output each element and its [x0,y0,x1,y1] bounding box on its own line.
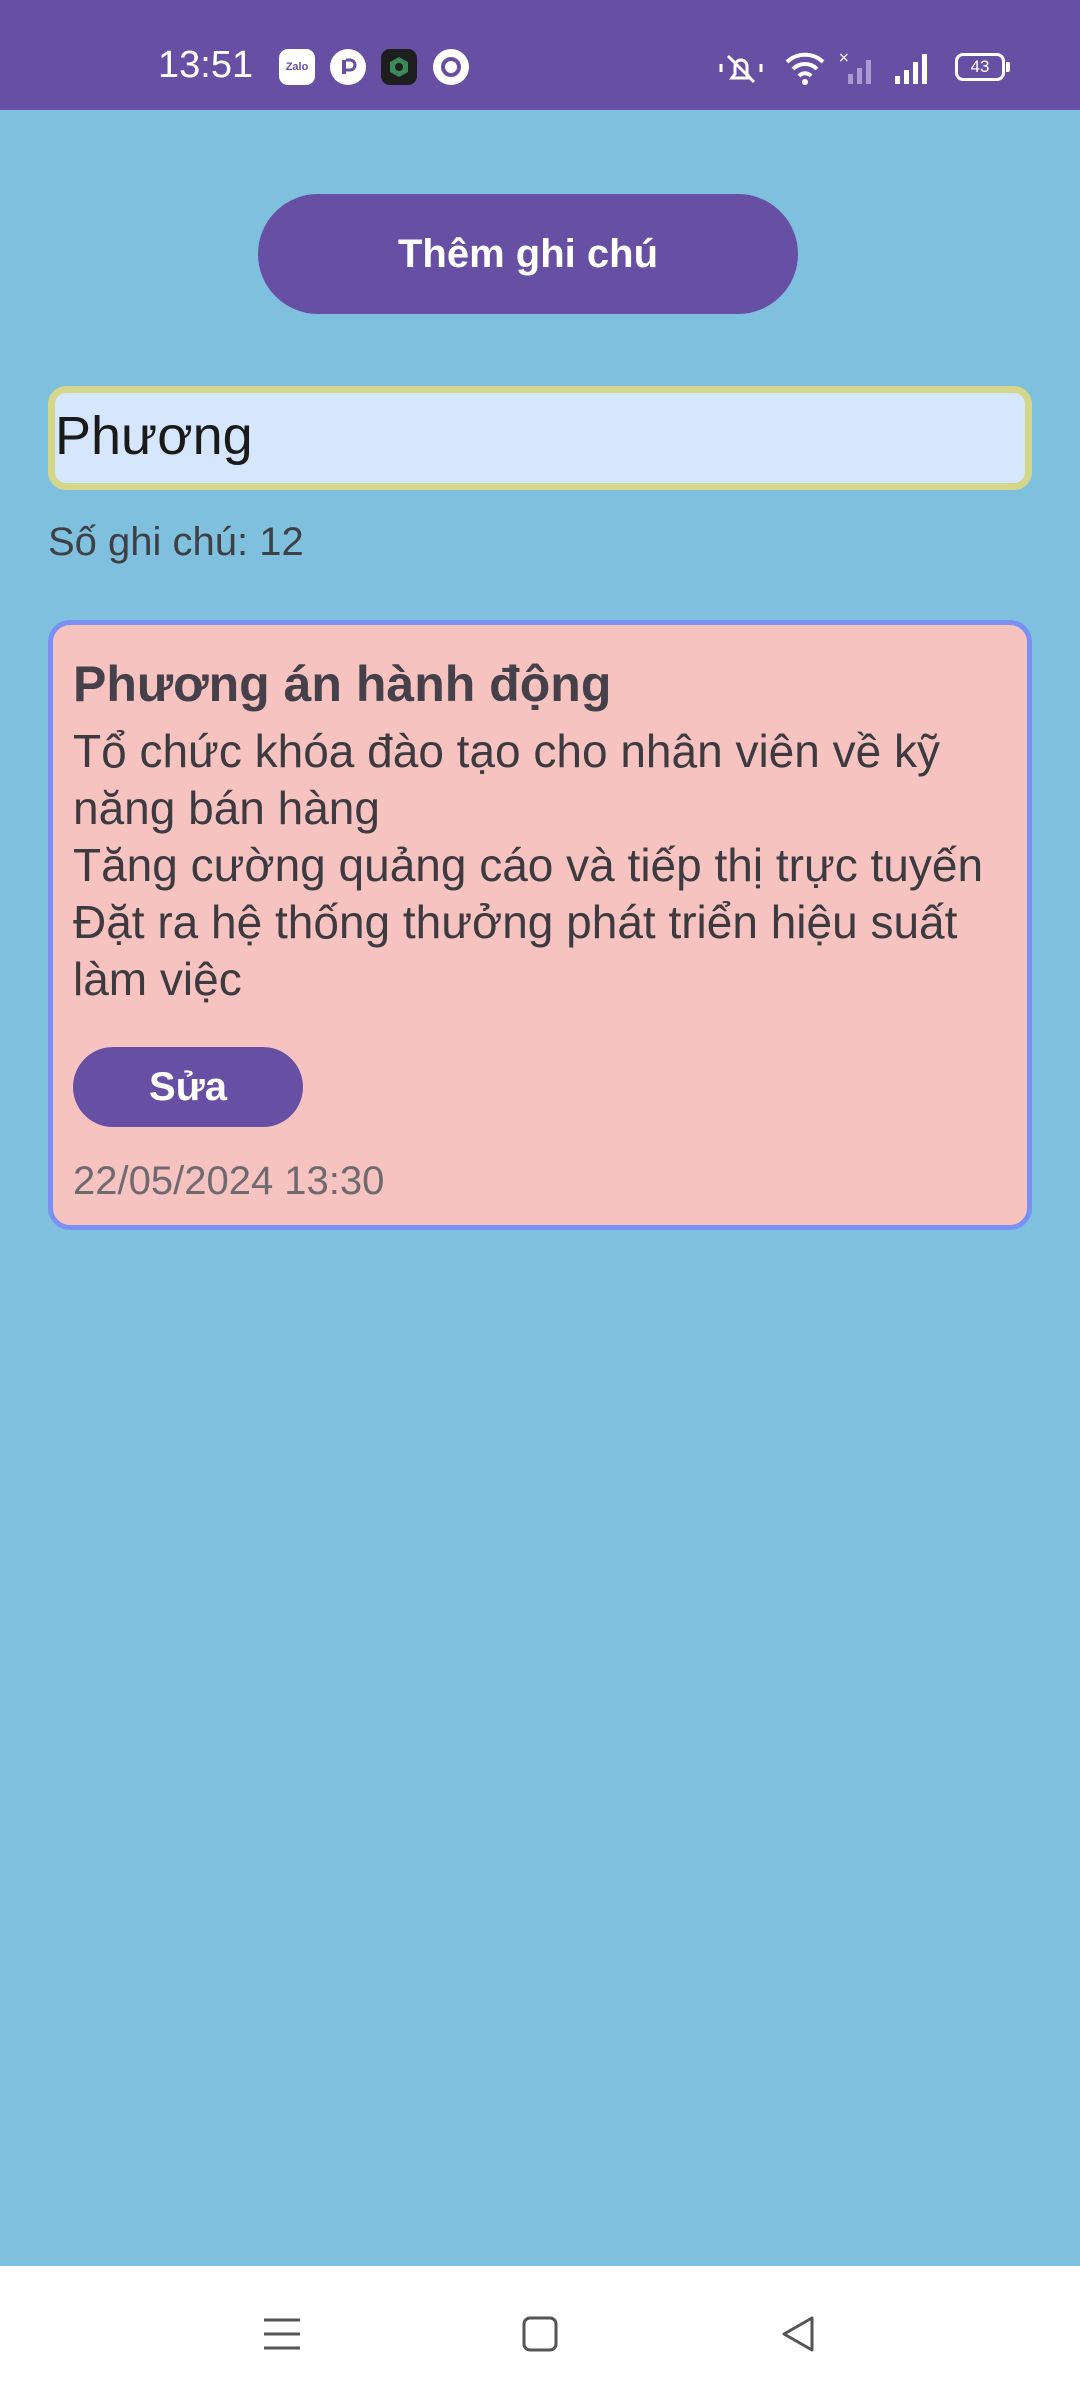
sync-icon [433,49,469,85]
battery-tip [1006,62,1010,72]
note-count: Số ghi chú: 12 [48,520,304,564]
note-line: Tăng cường quảng cáo và tiếp thị trực tu… [73,839,984,891]
mute-icon [718,48,764,93]
wifi-icon [783,48,827,93]
note-card[interactable]: Phương án hành động Tổ chức khóa đào tạo… [48,620,1032,1230]
note-date: 22/05/2024 13:30 [73,1159,385,1203]
back-icon[interactable] [768,2304,828,2364]
add-note-button[interactable]: Thêm ghi chú [258,194,798,314]
search-input[interactable]: Phương [48,386,1032,490]
battery-icon: 43 [955,53,1005,81]
menu-icon[interactable] [252,2304,312,2364]
signal-off-icon: × [838,48,882,93]
home-icon[interactable] [510,2304,570,2364]
status-bar: 13:51 Zalo × 43 [0,0,1080,110]
zalo-icon: Zalo [279,49,315,85]
zalo-icon-label: Zalo [285,61,309,73]
edit-label: Sửa [149,1064,227,1109]
app-r-icon [330,49,366,85]
svg-text:×: × [838,50,850,66]
signal-icon [893,48,937,93]
navigation-bar [0,2266,1080,2400]
note-line: Tổ chức khóa đào tạo cho nhân viên về kỹ… [73,725,940,834]
status-time: 13:51 [158,44,254,86]
note-body: Tổ chức khóa đào tạo cho nhân viên về kỹ… [73,723,1023,1008]
add-note-label: Thêm ghi chú [398,231,658,276]
shield-app-icon [381,49,417,85]
battery-level: 43 [970,57,990,76]
note-title: Phương án hành động [73,656,612,712]
edit-button[interactable]: Sửa [73,1047,303,1127]
note-line: Đặt ra hệ thống thưởng phát triển hiệu s… [73,896,958,1005]
search-input-value: Phương [55,406,253,466]
